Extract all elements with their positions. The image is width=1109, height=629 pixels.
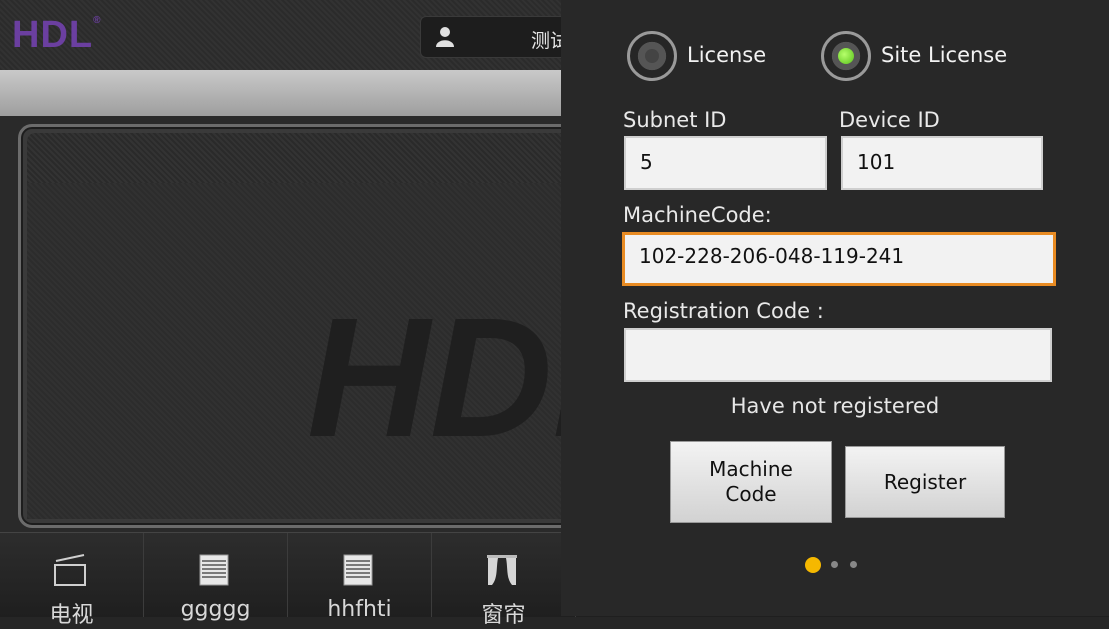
curtain-icon: [487, 555, 517, 585]
hdl-logo: HDL®: [12, 14, 102, 56]
radio-site-license-label: Site License: [881, 43, 1008, 67]
radio-site-license[interactable]: Site License: [821, 31, 1021, 85]
pager-dot: [850, 561, 857, 568]
radio-button-unselected[interactable]: [627, 31, 677, 81]
machine-code-button[interactable]: Machine Code: [670, 441, 832, 523]
pager-dot: [831, 561, 838, 568]
blinds-icon: [199, 554, 229, 586]
register-button[interactable]: Register: [845, 446, 1005, 518]
radio-button-selected[interactable]: [821, 31, 871, 81]
dock-item-label: 窗帘: [481, 603, 526, 628]
machine-code-field[interactable]: 102-228-206-048-119-241: [622, 232, 1056, 286]
device-id-field[interactable]: 101: [841, 136, 1043, 190]
registration-status: Have not registered: [730, 394, 940, 418]
display-panel-body: HDL: [27, 183, 656, 519]
subnet-id-label: Subnet ID: [623, 108, 727, 132]
dock-item-curtain[interactable]: 窗帘: [432, 533, 576, 628]
subnet-id-field[interactable]: 5: [624, 136, 827, 190]
dock-item-tv[interactable]: 电视: [0, 533, 144, 628]
device-id-label: Device ID: [839, 108, 940, 132]
dock-item-label: ggggg: [180, 597, 251, 622]
tv-icon: [54, 554, 86, 586]
blinds-icon: [343, 554, 373, 586]
dock-item-label: 电视: [49, 603, 94, 628]
registration-code-field[interactable]: [624, 328, 1052, 382]
registration-code-label: Registration Code :: [623, 299, 824, 323]
display-panel-header: [27, 133, 595, 183]
radio-license-label: License: [687, 43, 767, 67]
dock-item-ggggg[interactable]: ggggg: [144, 533, 288, 622]
dock-item-label: hhfhti: [327, 597, 392, 622]
dock-item-hhfhti[interactable]: hhfhti: [288, 533, 432, 622]
license-dialog: License Site License Subnet ID 5 Device …: [561, 0, 1109, 616]
display-panel: HDL: [18, 124, 656, 528]
pager-dot-active: [805, 557, 821, 573]
radio-license[interactable]: License: [627, 31, 777, 85]
machine-code-label: MachineCode:: [623, 203, 772, 227]
user-icon: [436, 27, 454, 47]
